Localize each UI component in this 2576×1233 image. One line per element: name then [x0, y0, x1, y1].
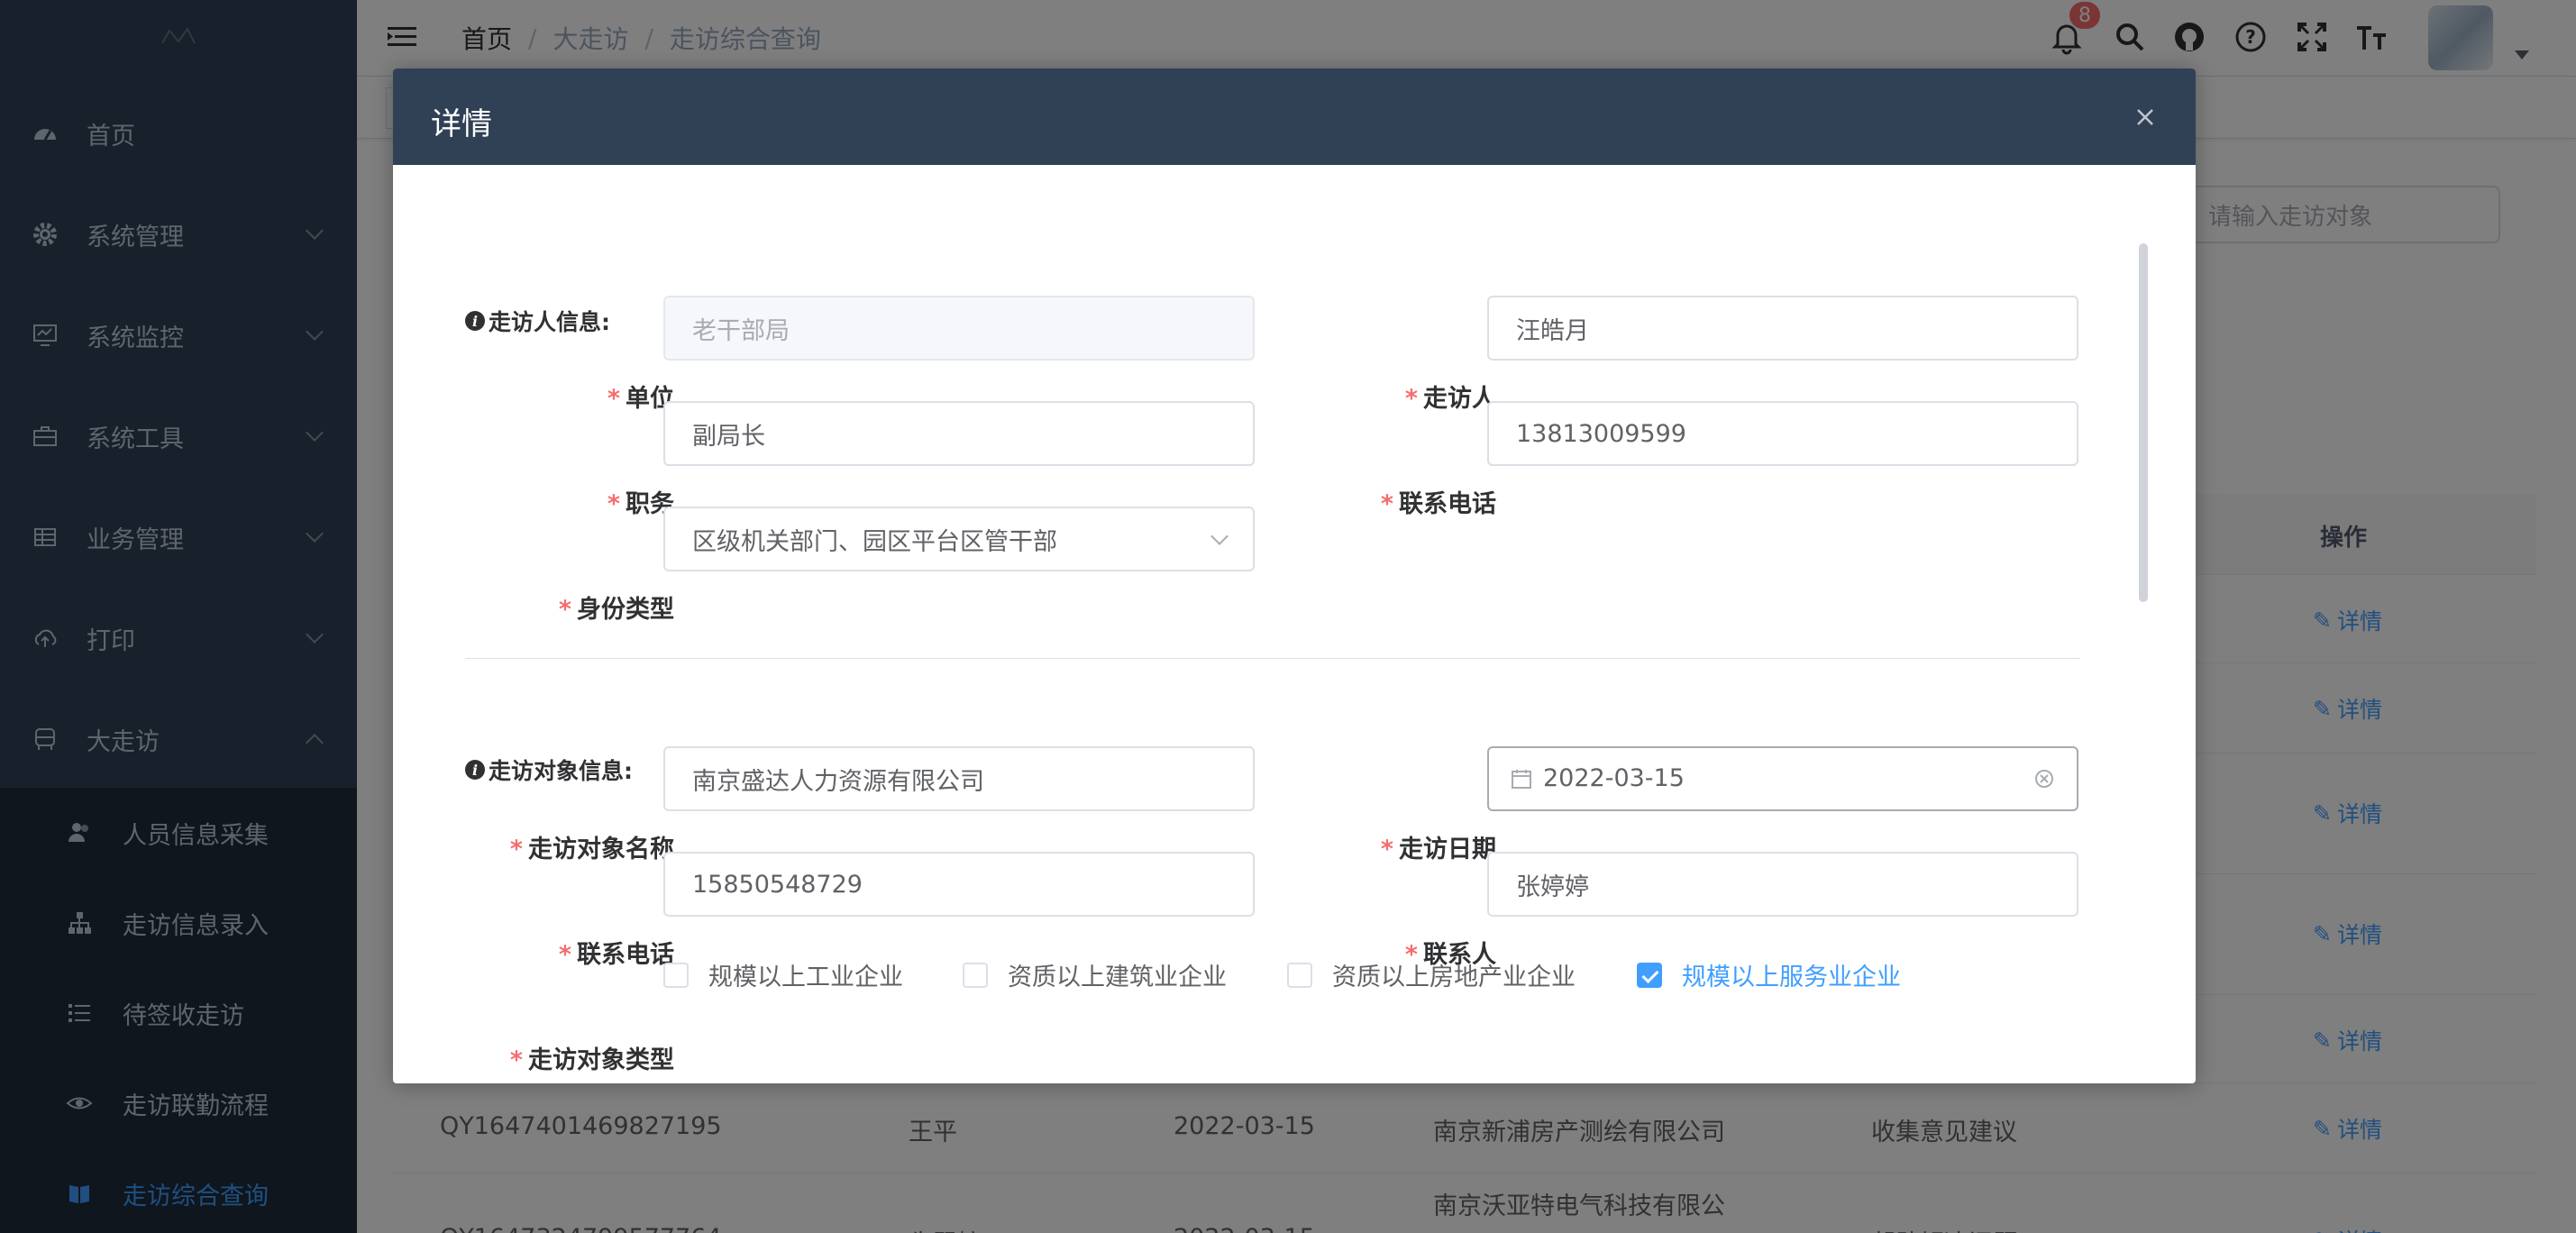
target-name-label: * 走访对象名称 [509, 836, 674, 863]
phone-field[interactable]: 13813009599 [1487, 401, 2078, 466]
target-type-label: * 走访对象类型 [509, 1046, 674, 1074]
target-phone-label: * 联系电话 [558, 941, 674, 969]
section-target-info: i 走访对象信息: [465, 754, 633, 786]
close-icon[interactable] [2133, 105, 2158, 130]
identity-label: * 身份类型 [558, 596, 674, 624]
info-icon: i [465, 760, 485, 780]
checkbox-label: 资质以上建筑业企业 [1008, 964, 1227, 991]
checkbox-service[interactable]: 规模以上服务业企业 [1637, 957, 1901, 992]
dialog-header: 详情 [393, 68, 2196, 165]
scrollbar-thumb[interactable] [2139, 243, 2148, 602]
checkbox-label: 资质以上房地产业企业 [1332, 964, 1576, 991]
checkbox-construction[interactable]: 资质以上建筑业企业 [963, 957, 1227, 992]
checkbox-box [1287, 962, 1312, 988]
checkbox-real-estate[interactable]: 资质以上房地产业企业 [1287, 957, 1576, 992]
identity-select[interactable]: 区级机关部门、园区平台区管干部 [663, 507, 1255, 571]
detail-dialog: 详情 i 走访人信息: * 单位 老干部局 * 走访人 汪皓月 * 职务 副局长 * 联… [393, 68, 2196, 1083]
section-title-label: 走访人信息: [489, 309, 610, 335]
phone-label: * 联系电话 [1380, 490, 1496, 518]
clear-icon[interactable] [2033, 768, 2055, 790]
checkbox-box [1637, 962, 1662, 988]
unit-field: 老干部局 [663, 296, 1255, 361]
visitor-label: * 走访人 [1404, 385, 1496, 413]
visitor-field[interactable]: 汪皓月 [1487, 296, 2078, 361]
checkbox-box [963, 962, 988, 988]
visit-date-value: 2022-03-15 [1543, 764, 1685, 792]
checkbox-box [663, 962, 689, 988]
chevron-down-icon [1210, 527, 1229, 545]
unit-label: * 单位 [607, 385, 674, 413]
section-visitor-info: i 走访人信息: [465, 305, 610, 337]
visit-date-picker[interactable]: 2022-03-15 [1487, 746, 2078, 811]
checkbox-industrial[interactable]: 规模以上工业企业 [663, 957, 903, 992]
calendar-icon [1512, 770, 1531, 789]
contact-field[interactable]: 张婷婷 [1487, 852, 2078, 917]
visit-date-label: * 走访日期 [1380, 836, 1496, 863]
position-field[interactable]: 副局长 [663, 401, 1255, 466]
target-name-field[interactable]: 南京盛达人力资源有限公司 [663, 746, 1255, 811]
section-title-label: 走访对象信息: [489, 758, 633, 784]
target-phone-field[interactable]: 15850548729 [663, 852, 1255, 917]
checkbox-label: 规模以上服务业企业 [1682, 964, 1901, 991]
position-label: * 职务 [607, 490, 674, 518]
dialog-title: 详情 [431, 106, 492, 142]
section-divider [465, 658, 2080, 659]
info-icon: i [465, 311, 485, 331]
checkbox-label: 规模以上工业企业 [708, 964, 903, 991]
identity-value: 区级机关部门、园区平台区管干部 [692, 527, 1057, 556]
